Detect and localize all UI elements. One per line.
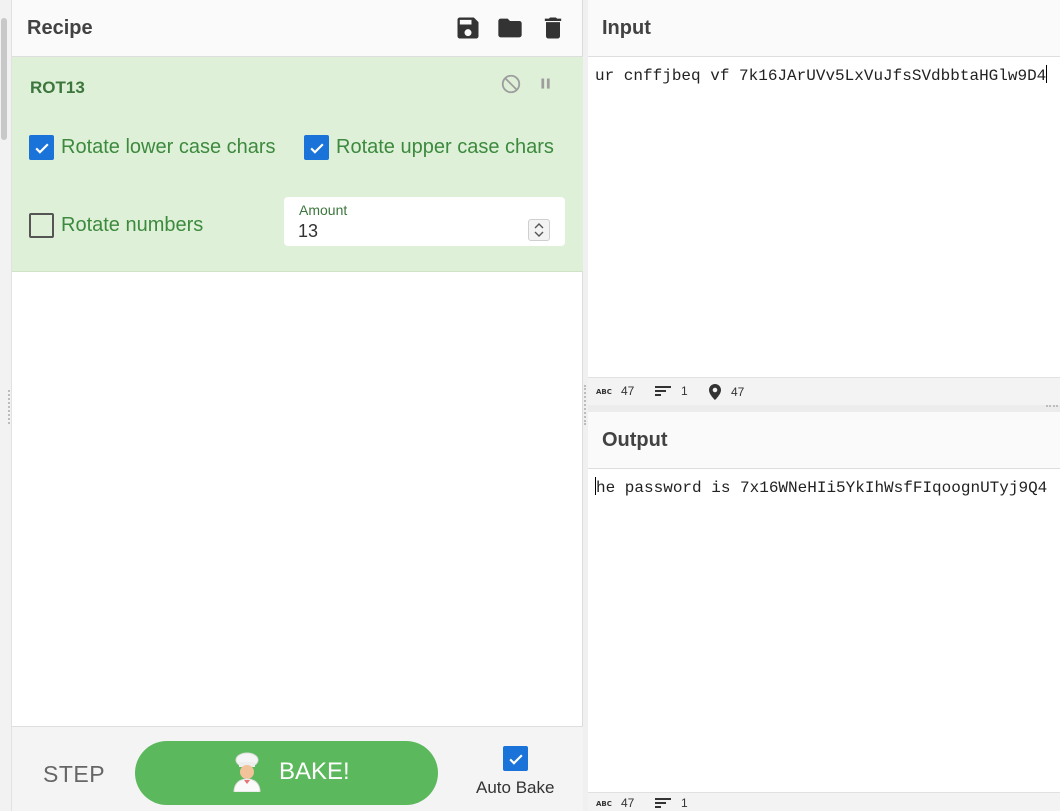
auto-bake-label: Auto Bake [476,778,555,797]
input-position: 47 [731,385,745,399]
location-pin-icon [709,384,721,400]
amount-label: Amount [299,202,348,218]
pause-icon[interactable] [535,73,557,95]
rotate-numbers-label: Rotate numbers [61,214,204,236]
chef-icon [233,752,261,792]
bake-button[interactable]: BAKE! [135,741,438,805]
svg-text:ABC: ABC [596,800,612,808]
checkbox-checked-icon [29,135,54,160]
step-button[interactable]: STEP [43,761,105,788]
input-length-stat: ABC 47 [596,384,634,398]
input-lines: 1 [681,384,688,398]
output-textarea[interactable]: he password is 7x16WNeHIi5YkIhWsfFIqoogn… [595,477,1047,497]
amount-field[interactable]: Amount 13 [284,197,565,246]
output-length-stat: ABC 47 [596,796,634,810]
recipe-pane: Recipe ROT13 Rotate lower case chars Rot… [12,0,583,811]
input-textarea[interactable]: ur cnffjbeq vf 7k16JArUVv5LxVuJfsSVdbbta… [595,65,1047,85]
lines-icon [655,386,671,396]
input-title: Input [602,17,651,39]
abc-icon: ABC [596,800,612,808]
rotate-numbers-checkbox[interactable]: Rotate numbers [29,213,203,238]
left-scrollbar-thumb[interactable] [1,18,7,140]
abc-icon: ABC [596,388,612,396]
auto-bake-checkbox[interactable] [503,746,528,771]
output-header: Output [588,412,1060,469]
checkbox-unchecked-icon [29,213,54,238]
output-title: Output [602,429,668,451]
amount-stepper[interactable] [528,219,550,241]
rotate-lower-label: Rotate lower case chars [61,136,276,158]
trash-icon[interactable] [539,14,567,42]
amount-value[interactable]: 13 [298,221,318,242]
output-status-bar: ABC 47 1 [588,792,1060,811]
save-icon[interactable] [454,14,482,42]
operation-title: ROT13 [30,78,85,97]
lines-icon [655,798,671,808]
svg-text:ABC: ABC [596,388,612,396]
disable-icon[interactable] [500,73,522,95]
splitter-grip[interactable] [584,385,586,425]
left-edge-strip [0,0,12,811]
io-splitter[interactable] [588,405,1060,412]
recipe-title: Recipe [27,17,93,39]
folder-icon[interactable] [496,14,524,42]
output-lines-stat: 1 [654,796,688,810]
left-resize-handle[interactable] [8,390,10,424]
bake-label: BAKE! [279,758,350,785]
output-length: 47 [621,796,635,810]
recipe-header: Recipe [12,0,582,57]
input-pane: Input ur cnffjbeq vf 7k16JArUVv5LxVuJfsS… [588,0,1060,405]
rotate-upper-checkbox[interactable]: Rotate upper case chars [304,135,554,160]
io-splitter-grip[interactable] [1046,405,1058,407]
input-position-stat: 47 [708,384,744,400]
stepper-arrows-icon [534,223,544,237]
input-status-bar: ABC 47 1 47 [588,377,1060,405]
rotate-lower-checkbox[interactable]: Rotate lower case chars [29,135,276,160]
input-lines-stat: 1 [654,384,688,398]
input-header: Input [588,0,1060,57]
output-lines: 1 [681,796,688,810]
rot13-operation: ROT13 Rotate lower case chars Rotate upp… [12,57,583,272]
output-pane: Output he password is 7x16WNeHIi5YkIhWsf… [588,412,1060,811]
rotate-upper-label: Rotate upper case chars [336,136,554,158]
input-length: 47 [621,384,635,398]
bake-bar: STEP BAKE! Auto Bake [12,726,583,811]
checkbox-checked-icon [304,135,329,160]
